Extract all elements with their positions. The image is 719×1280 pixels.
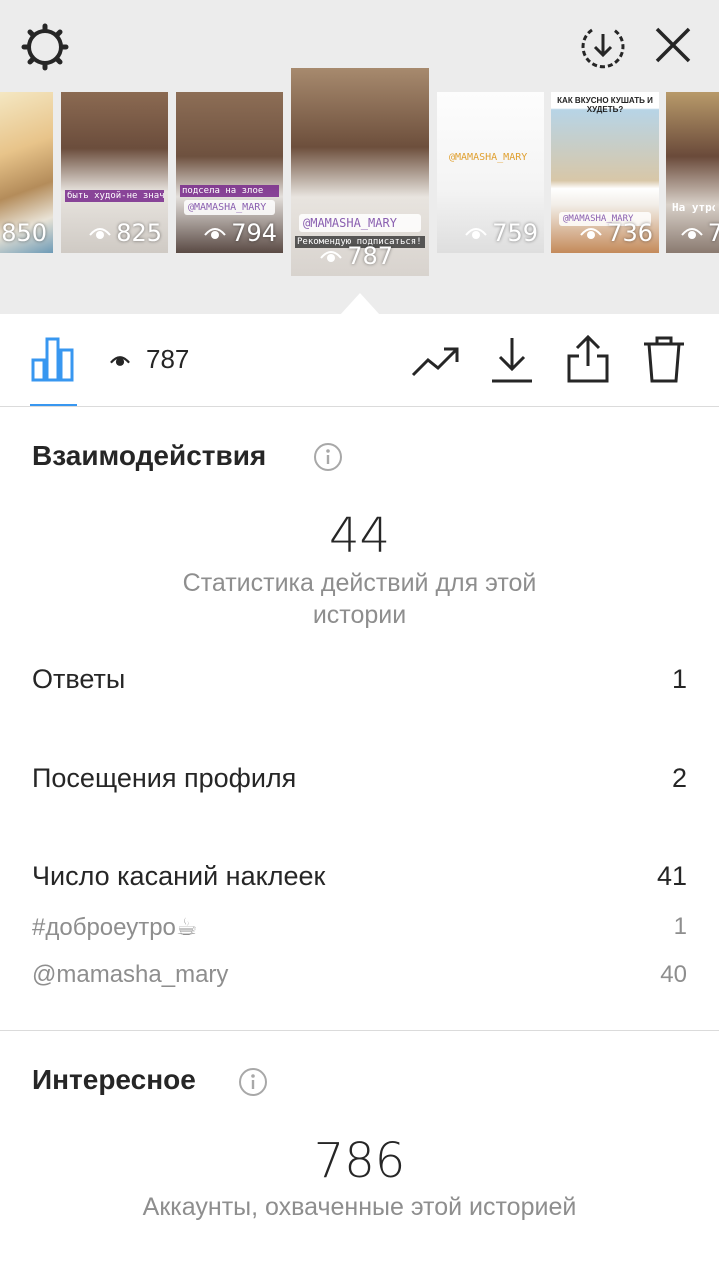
sticker-mention-label: @mamasha_mary [32, 961, 229, 988]
share-icon[interactable] [566, 334, 610, 384]
story-views: 794 [204, 219, 277, 247]
story-thumbnail[interactable]: КАК ВКУСНО КУШАТЬ И ХУДЕТЬ? @MAMASHA_MAR… [551, 92, 659, 253]
story-views: 736 [580, 219, 653, 247]
info-icon[interactable] [238, 1067, 268, 1097]
interactions-subtitle: Статистика действий для этой истории [182, 569, 537, 629]
replies-label: Ответы [32, 664, 126, 694]
reach-subtitle: Аккаунты, охваченные этой историей [142, 1193, 577, 1221]
story-caption: На утро [672, 201, 715, 214]
insights-toolbar [0, 314, 719, 407]
sticker-taps-value: 41 [656, 861, 687, 891]
eye-icon [320, 251, 342, 262]
story-views: 759 [465, 219, 538, 247]
section-divider [0, 1030, 719, 1031]
interactions-total: 44 [328, 508, 391, 564]
insights-tab-underline [30, 404, 77, 406]
story-handle: @MAMASHA_MARY [449, 152, 528, 163]
story-handle: @MAMASHA_MARY [184, 200, 275, 215]
story-views: 850 [1, 219, 47, 247]
story-views: 7 [680, 219, 719, 247]
story-views: 787 [320, 242, 393, 270]
profile-visits-label: Посещения профиля [32, 763, 297, 793]
sticker-mention-value: 40 [660, 961, 687, 988]
discovery-title: Интересное [32, 1064, 196, 1095]
close-icon[interactable] [650, 22, 696, 68]
eye-icon [89, 228, 111, 239]
story-caption: подсела на злое [180, 185, 279, 197]
bar-chart-icon[interactable] [30, 336, 76, 382]
story-views: 825 [89, 219, 162, 247]
download-icon[interactable] [490, 336, 534, 384]
views-count: 787 [146, 344, 190, 374]
eye-icon [204, 228, 226, 239]
story-thumbnail[interactable]: подсела на злое @MAMASHA_MARY 794 [176, 92, 283, 253]
info-icon[interactable] [313, 442, 343, 472]
trending-icon[interactable] [410, 342, 460, 380]
eye-icon [580, 228, 602, 239]
eye-icon [110, 355, 130, 366]
eye-icon [680, 228, 703, 239]
download-circle-icon[interactable] [578, 22, 628, 72]
story-thumbnail-selected[interactable]: @MAMASHA_MARY Рекомендую подписаться! 78… [291, 68, 429, 276]
settings-gear-icon[interactable] [20, 22, 70, 72]
story-thumbnail[interactable]: На утро 7 [666, 92, 719, 253]
story-header: КАК ВКУСНО КУШАТЬ И ХУДЕТЬ? [557, 96, 653, 114]
story-thumbnail[interactable]: быть худой-не значит 825 [61, 92, 168, 253]
story-thumbnail[interactable]: @MAMASHA_MARY 759 [437, 92, 544, 253]
interactions-title: Взаимодействия [32, 440, 267, 471]
story-handle: @MAMASHA_MARY [299, 214, 421, 232]
sticker-hashtag-label: #доброеутро☕ [32, 914, 198, 941]
story-thumbnail[interactable]: 850 [0, 92, 53, 253]
trash-icon[interactable] [642, 334, 686, 384]
reach-total: 786 [313, 1133, 406, 1189]
sticker-taps-label: Число касаний наклеек [32, 861, 326, 891]
sticker-hashtag-value: 1 [673, 913, 687, 940]
story-caption: быть худой-не значит [65, 190, 164, 202]
views-summary: 787 [110, 344, 189, 375]
profile-visits-value: 2 [671, 763, 687, 793]
eye-icon [465, 228, 487, 239]
selection-pointer [340, 293, 380, 315]
replies-value: 1 [671, 664, 687, 694]
story-strip: 850 быть худой-не значит 825 подсела на … [0, 0, 719, 315]
